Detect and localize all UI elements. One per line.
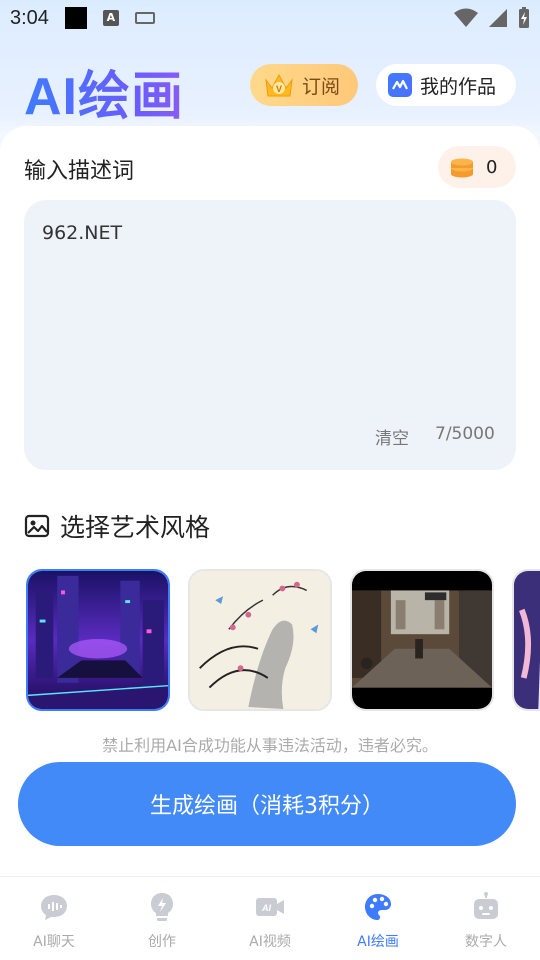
notification-icon <box>64 7 87 29</box>
my-works-label: 我的作品 <box>420 75 497 98</box>
ink-painting-thumbnail <box>190 571 330 709</box>
coin-stack-icon <box>451 158 473 178</box>
style-card-ink-painting[interactable] <box>188 569 332 711</box>
main-card: 输入描述词 0 962.NET 清空 7/5000 选择艺术风格 禁止利用AI合… <box>0 126 540 876</box>
bottom-nav: AI聊天 创作 AI AI视频 AI绘画 数字人 <box>0 876 540 960</box>
legal-notice: 禁止利用AI合成功能从事违法活动，违者必究。 <box>102 736 438 755</box>
cyberpunk-thumbnail <box>28 571 168 709</box>
nav-item-digital-human[interactable]: 数字人 <box>432 877 540 960</box>
status-time: 3:04 <box>10 6 49 29</box>
keyboard-a-icon: A <box>102 10 119 26</box>
svg-text:AI: AI <box>261 903 271 913</box>
style-card-cyberpunk[interactable] <box>26 569 170 711</box>
lightbulb-icon <box>151 893 173 921</box>
style-carousel[interactable] <box>26 569 540 711</box>
style-card-photo-street[interactable] <box>350 569 494 711</box>
video-camera-icon: AI <box>256 898 284 916</box>
anime-thumbnail <box>514 571 540 709</box>
prompt-text: 962.NET <box>42 222 123 244</box>
nav-label: AI视频 <box>249 934 291 950</box>
keyboard-icon <box>134 12 155 24</box>
nav-label: 创作 <box>148 934 176 950</box>
works-icon <box>388 73 412 97</box>
chat-bubble-icon <box>41 895 67 920</box>
credits-badge: 0 <box>438 146 516 188</box>
style-section-title: 选择艺术风格 <box>60 513 211 542</box>
crown-icon: V <box>265 73 293 97</box>
nav-label: AI聊天 <box>33 934 75 950</box>
nav-label: 数字人 <box>465 934 507 950</box>
subscribe-label: 订阅 <box>302 75 341 98</box>
page-title: AI绘画 <box>24 54 184 129</box>
robot-icon <box>474 892 498 919</box>
nav-item-create[interactable]: 创作 <box>108 877 216 960</box>
style-card-anime[interactable] <box>512 569 540 711</box>
photo-street-thumbnail <box>352 571 492 709</box>
header: AI绘画 V 订阅 我的作品 <box>0 36 540 131</box>
generate-button[interactable]: 生成绘画（消耗3积分） <box>18 762 516 846</box>
image-icon <box>24 514 50 538</box>
style-section-header: 选择艺术风格 <box>24 508 210 544</box>
nav-label: AI绘画 <box>357 934 399 950</box>
clear-button[interactable]: 清空 <box>375 424 409 449</box>
nav-item-ai-chat[interactable]: AI聊天 <box>0 877 108 960</box>
palette-icon <box>365 894 391 920</box>
char-count: 7/5000 <box>435 424 495 444</box>
my-works-button[interactable]: 我的作品 <box>376 64 516 106</box>
nav-item-ai-video[interactable]: AI AI视频 <box>216 877 324 960</box>
status-bar: 3:04 A <box>0 0 540 36</box>
battery-icon <box>519 7 529 28</box>
subscribe-button[interactable]: V 订阅 <box>250 64 358 106</box>
signal-icon <box>489 9 507 27</box>
input-title: 输入描述词 <box>24 159 135 184</box>
prompt-textarea[interactable]: 962.NET 清空 7/5000 <box>24 200 516 470</box>
nav-item-ai-painting[interactable]: AI绘画 <box>324 877 432 960</box>
credits-count: 0 <box>486 156 498 178</box>
svg-text:V: V <box>276 84 282 94</box>
wifi-icon <box>454 8 478 27</box>
